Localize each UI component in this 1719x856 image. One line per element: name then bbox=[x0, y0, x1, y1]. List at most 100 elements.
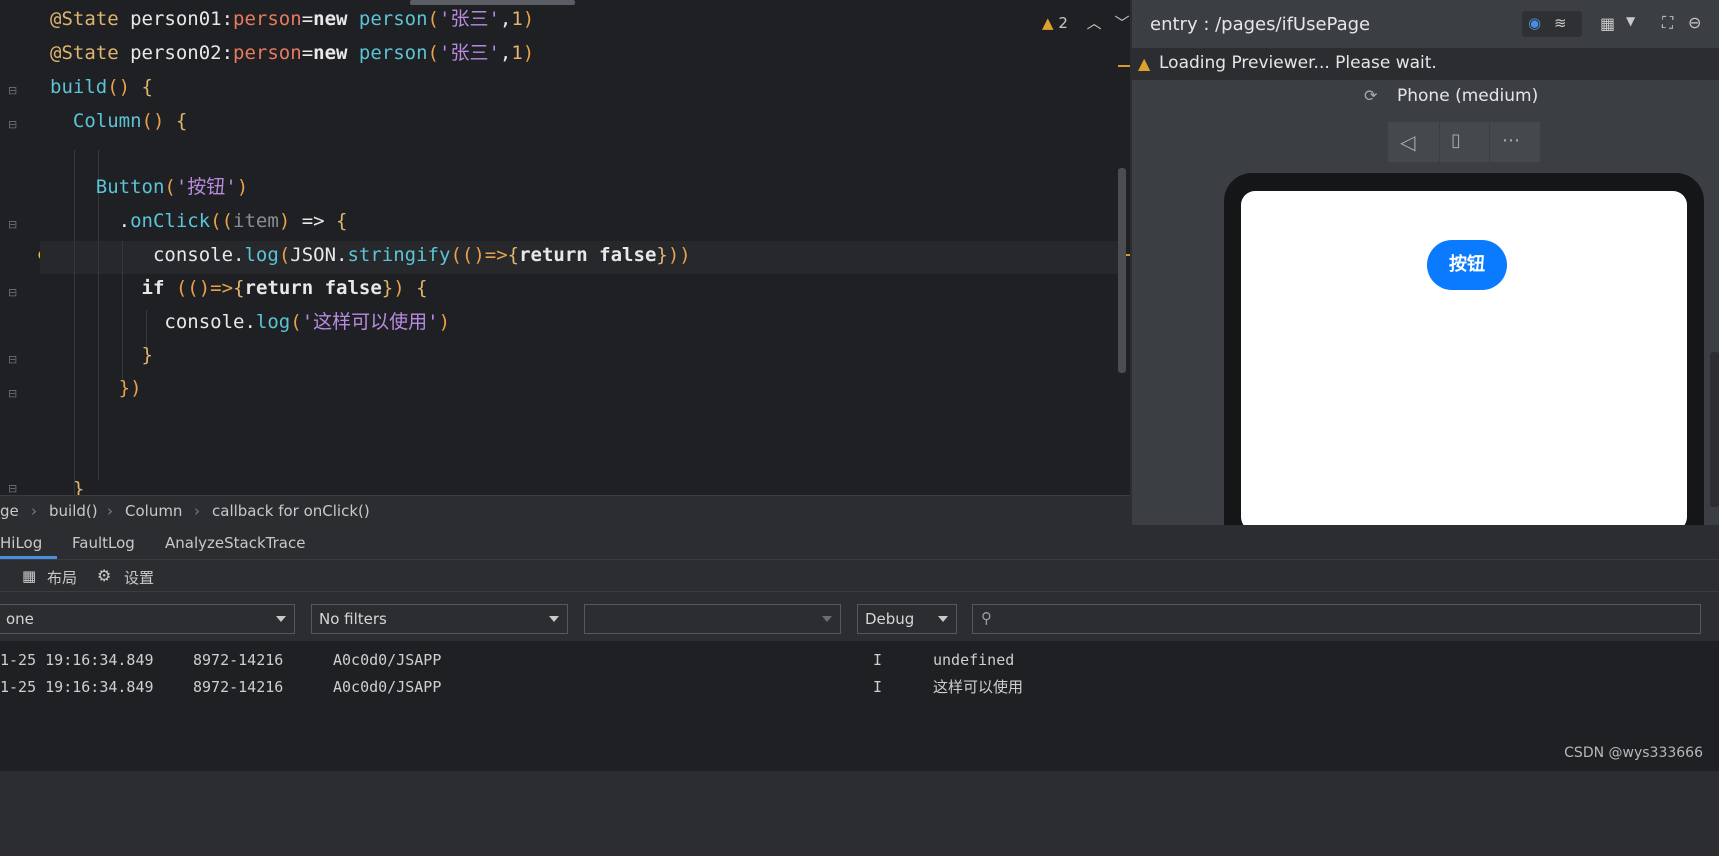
editor-scrollbar-thumb[interactable] bbox=[1118, 168, 1126, 373]
breadcrumb-item[interactable]: ge bbox=[0, 502, 19, 520]
code-token: '张三' bbox=[439, 42, 500, 64]
fold-marker-icon[interactable]: ⊟ bbox=[8, 286, 22, 300]
log-message: 这样可以使用 bbox=[933, 678, 1024, 696]
fold-marker-icon[interactable]: ⊟ bbox=[8, 84, 22, 98]
device-label[interactable]: Phone (medium) bbox=[1397, 86, 1538, 106]
code-line[interactable]: console.log('这样可以使用') bbox=[50, 306, 450, 338]
code-token: (( bbox=[210, 210, 234, 232]
code-token: )) bbox=[667, 244, 691, 266]
fit-screen-icon[interactable]: ⛶ bbox=[1662, 13, 1673, 33]
previewer-title: entry : /pages/ifUsePage bbox=[1150, 14, 1371, 35]
code-token: JSON bbox=[290, 244, 337, 266]
code-line[interactable]: }) bbox=[50, 372, 142, 404]
code-token: ) bbox=[278, 210, 302, 232]
code-token: , bbox=[499, 8, 512, 30]
code-line[interactable]: Button('按钮') bbox=[50, 171, 248, 203]
code-line[interactable]: } bbox=[50, 339, 153, 371]
code-token: } bbox=[50, 478, 85, 495]
code-line[interactable]: console.log(JSON.stringify(()=>{return f… bbox=[50, 239, 691, 271]
warning-indicator[interactable]: ▲ 2 ︿ ﹀ bbox=[1042, 12, 1129, 33]
process-select[interactable] bbox=[584, 604, 841, 634]
level-select[interactable]: Debug bbox=[857, 604, 957, 634]
log-tabs: HiLog FaultLog AnalyzeStackTrace bbox=[0, 525, 1719, 559]
log-row[interactable]: 1-25 19:16:34.849 8972-14216 A0c0d0/JSAP… bbox=[0, 674, 1023, 700]
code-token: '这样可以使用' bbox=[301, 311, 439, 333]
back-icon[interactable]: ◁ bbox=[1400, 130, 1415, 154]
rotate-device-icon[interactable]: ▯ bbox=[1451, 130, 1461, 151]
code-token: { bbox=[507, 244, 520, 266]
log-search-input[interactable]: ⚲ bbox=[972, 604, 1701, 634]
chevron-up-icon[interactable]: ︿ bbox=[1087, 14, 1102, 32]
inspector-icon[interactable]: ◉ bbox=[1528, 14, 1541, 32]
breadcrumb-separator-icon: › bbox=[107, 502, 113, 520]
code-token: . bbox=[233, 244, 245, 266]
more-icon[interactable]: ⋯ bbox=[1502, 130, 1520, 151]
inspector-toggle-group: ◉ ≋ bbox=[1522, 11, 1582, 37]
code-token: ) bbox=[522, 42, 535, 64]
code-token: person bbox=[358, 8, 428, 30]
log-output[interactable]: 1-25 19:16:34.849 8972-14216 A0c0d0/JSAP… bbox=[0, 641, 1719, 771]
code-token: ) bbox=[393, 277, 417, 299]
layout-button[interactable]: 布局 bbox=[47, 567, 77, 588]
code-editor[interactable]: ⊟ ⊟ ⊟ ⊟ ⊟ ⊟ ⊟ @State person01:person=new… bbox=[0, 0, 1130, 495]
fold-marker-icon[interactable]: ⊟ bbox=[8, 482, 22, 495]
chevron-down-icon[interactable]: ﹀ bbox=[1114, 14, 1129, 32]
breadcrumb: ge › build() › Column › callback for onC… bbox=[0, 495, 1130, 526]
device-select[interactable]: one bbox=[0, 604, 295, 634]
fold-marker-icon[interactable]: ⊟ bbox=[8, 353, 22, 367]
layout-icon[interactable]: ▦ bbox=[22, 567, 36, 585]
breadcrumb-item[interactable]: callback for onClick() bbox=[212, 502, 370, 520]
code-token: ( bbox=[427, 8, 439, 30]
log-time: 1-25 19:16:34.849 bbox=[0, 651, 154, 669]
breadcrumb-item[interactable]: build() bbox=[49, 502, 98, 520]
tab-analyzestacktrace[interactable]: AnalyzeStackTrace bbox=[165, 534, 305, 552]
zoom-out-icon[interactable]: ⊖ bbox=[1688, 13, 1701, 32]
preview-button[interactable]: 按钮 bbox=[1427, 240, 1507, 290]
device-select-value: one bbox=[6, 610, 34, 628]
error-stripe-marker[interactable] bbox=[1118, 65, 1130, 67]
code-line[interactable]: .onClick((item) => { bbox=[50, 205, 348, 237]
previewer-panel: entry : /pages/ifUsePage ◉ ≋ ▦ ▼ ⛶ ⊖ ▲ L… bbox=[1132, 0, 1719, 525]
log-panel: HiLog FaultLog AnalyzeStackTrace ▦ 布局 ⚙ … bbox=[0, 525, 1719, 771]
log-row[interactable]: 1-25 19:16:34.849 8972-14216 A0c0d0/JSAP… bbox=[0, 647, 1014, 673]
code-line[interactable]: if (()=>{return false}) { bbox=[50, 272, 428, 304]
settings-button[interactable]: 设置 bbox=[124, 567, 154, 588]
code-line[interactable]: @State person02:person=new person('张三',1… bbox=[50, 37, 534, 69]
code-token: : bbox=[221, 42, 234, 64]
previewer-scrollbar[interactable] bbox=[1710, 352, 1719, 507]
log-level: I bbox=[873, 678, 883, 696]
filter-select[interactable]: No filters bbox=[311, 604, 568, 634]
gear-icon[interactable]: ⚙ bbox=[97, 566, 111, 585]
code-line[interactable]: Column() { bbox=[50, 105, 187, 137]
code-line[interactable]: @State person01:person=new person('张三',1… bbox=[50, 3, 534, 35]
log-tag: A0c0d0/JSAPP bbox=[333, 651, 442, 669]
chevron-down-icon[interactable]: ▼ bbox=[1626, 14, 1635, 28]
code-token: => bbox=[301, 210, 337, 232]
code-token: } bbox=[656, 244, 668, 266]
tab-faultlog[interactable]: FaultLog bbox=[72, 534, 135, 552]
code-token: person02 bbox=[130, 42, 222, 64]
code-token: @State bbox=[50, 8, 131, 30]
code-token: ( bbox=[278, 244, 291, 266]
fold-marker-icon[interactable]: ⊟ bbox=[8, 387, 22, 401]
refresh-icon[interactable]: ⟳ bbox=[1364, 86, 1377, 105]
watermark: CSDN @wys333666 bbox=[1564, 745, 1703, 761]
code-line[interactable]: } bbox=[50, 473, 84, 495]
code-token: )=> bbox=[198, 277, 234, 299]
previewer-header: entry : /pages/ifUsePage ◉ ≋ ▦ ▼ ⛶ ⊖ bbox=[1132, 0, 1719, 49]
layers-icon[interactable]: ≋ bbox=[1554, 14, 1567, 32]
code-line[interactable]: build() { bbox=[50, 71, 153, 103]
chevron-down-icon bbox=[938, 616, 948, 622]
warning-icon: ▲ bbox=[1138, 54, 1151, 73]
breadcrumb-item[interactable]: Column bbox=[125, 502, 182, 520]
log-pid: 8972-14216 bbox=[193, 678, 284, 696]
fold-marker-icon[interactable]: ⊟ bbox=[8, 118, 22, 132]
code-token: log bbox=[244, 244, 279, 266]
code-token: build bbox=[50, 76, 108, 98]
tab-hilog[interactable]: HiLog bbox=[0, 534, 42, 552]
code-token: { bbox=[416, 277, 428, 299]
code-token: '张三' bbox=[439, 8, 500, 30]
fold-marker-icon[interactable]: ⊟ bbox=[8, 218, 22, 232]
code-token: = bbox=[301, 42, 314, 64]
grid-icon[interactable]: ▦ bbox=[1600, 14, 1615, 33]
